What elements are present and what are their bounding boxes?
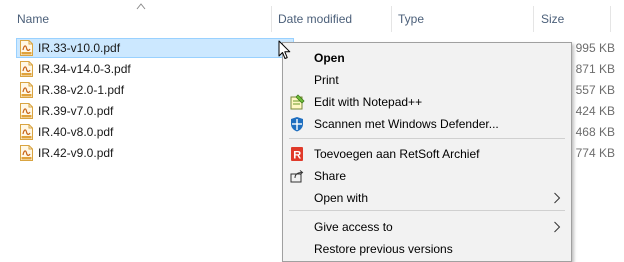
menu-item-label: Open with (314, 191, 369, 205)
menu-item-label: Print (314, 73, 339, 87)
share-icon (290, 170, 304, 183)
column-divider[interactable] (533, 6, 534, 32)
pdf-file-icon (20, 145, 33, 161)
pdf-file-icon (20, 82, 33, 98)
menu-item-retsoft-archive[interactable]: R Toevoegen aan RetSoft Archief (283, 143, 571, 165)
sort-ascending-icon[interactable] (136, 2, 146, 10)
menu-item-share[interactable]: Share (283, 165, 571, 187)
file-name: IR.39-v7.0.pdf (38, 104, 114, 118)
menu-item-open-with[interactable]: Open with (283, 187, 571, 209)
svg-text:R: R (293, 150, 301, 162)
menu-separator (289, 138, 565, 139)
windows-defender-icon (291, 117, 303, 132)
pdf-file-icon (20, 103, 33, 119)
column-header-bar: Name Date modified Type Size (0, 0, 624, 36)
file-name: IR.33-v10.0.pdf (38, 41, 121, 55)
file-name: IR.40-v8.0.pdf (38, 125, 114, 139)
file-name: IR.38-v2.0-1.pdf (38, 83, 125, 97)
file-size: 468 KB (575, 125, 615, 139)
pdf-file-icon (20, 40, 33, 56)
column-divider[interactable] (271, 6, 272, 32)
notepad-plus-plus-icon (290, 94, 305, 110)
column-header-type[interactable]: Type (398, 11, 424, 27)
column-divider[interactable] (610, 6, 611, 32)
menu-item-label: Scannen met Windows Defender... (314, 117, 499, 131)
menu-item-label: Edit with Notepad++ (314, 95, 423, 109)
menu-item-label: Open (314, 51, 345, 65)
file-size: 557 KB (575, 83, 615, 97)
file-size: 774 KB (575, 146, 615, 160)
menu-item-label: Toevoegen aan RetSoft Archief (314, 147, 480, 161)
context-menu: Open Print Edit with Notepad++ Scannen met … (282, 42, 572, 262)
mouse-pointer-icon (278, 40, 291, 59)
submenu-arrow-icon (554, 192, 561, 204)
file-size: 995 KB (575, 41, 615, 55)
file-name: IR.34-v14.0-3.pdf (38, 62, 131, 76)
file-size: 871 KB (575, 62, 615, 76)
column-header-date-modified[interactable]: Date modified (278, 11, 352, 27)
column-header-name[interactable]: Name (17, 11, 49, 27)
file-name: IR.42-v9.0.pdf (38, 146, 114, 160)
file-size: 424 KB (575, 104, 615, 118)
menu-item-defender-scan[interactable]: Scannen met Windows Defender... (283, 113, 571, 135)
column-header-size[interactable]: Size (541, 11, 564, 27)
menu-item-print[interactable]: Print (283, 69, 571, 91)
submenu-arrow-icon (554, 221, 561, 233)
retsoft-archief-icon: R (291, 147, 303, 162)
menu-item-give-access[interactable]: Give access to (283, 216, 571, 238)
column-divider[interactable] (391, 6, 392, 32)
menu-item-label: Restore previous versions (314, 242, 453, 256)
menu-item-label: Share (314, 169, 347, 183)
pdf-file-icon (20, 61, 33, 77)
menu-item-open[interactable]: Open (283, 47, 571, 69)
menu-item-label: Give access to (314, 220, 393, 234)
menu-separator (289, 210, 565, 211)
pdf-file-icon (20, 124, 33, 140)
menu-item-edit-notepad[interactable]: Edit with Notepad++ (283, 91, 571, 113)
